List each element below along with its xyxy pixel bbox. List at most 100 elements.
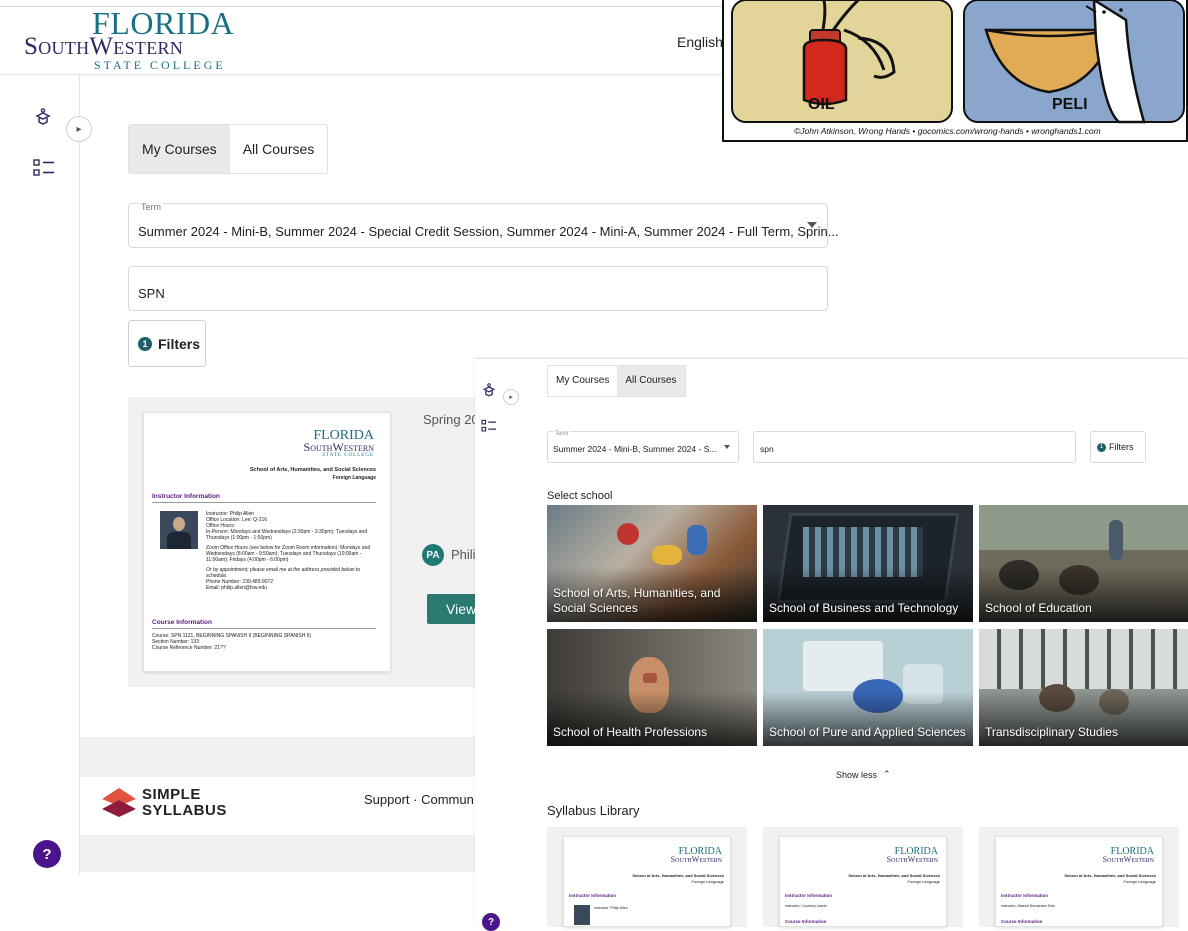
simple-syllabus-logo[interactable]: SIMPLE SYLLABUS bbox=[100, 786, 240, 822]
instructor-photo bbox=[160, 511, 198, 549]
chevron-right-icon[interactable]: ▸ bbox=[66, 116, 92, 142]
search-value: SPN bbox=[138, 286, 165, 301]
overlay-search-value: spn bbox=[760, 444, 774, 454]
comic-label-oil: OIL bbox=[808, 96, 835, 113]
school-label-transdisciplinary: Transdisciplinary Studies bbox=[985, 725, 1118, 739]
help-button[interactable]: ? bbox=[33, 840, 61, 868]
preview-reference-number: Course Reference Number: 21?? bbox=[152, 645, 226, 651]
select-school-heading: Select school bbox=[547, 490, 613, 502]
library-section: Instructor Information bbox=[569, 893, 616, 898]
logo-southwestern: SouthWestern bbox=[24, 33, 184, 60]
school-label-business: School of Business and Technology bbox=[769, 601, 959, 615]
term-label: Term bbox=[139, 202, 163, 212]
footer-band bbox=[80, 737, 475, 777]
course-tabs: My Courses All Courses bbox=[128, 124, 329, 174]
library-section: Instructor Information bbox=[1001, 893, 1048, 898]
view-button[interactable]: View bbox=[427, 594, 476, 624]
course-icon[interactable] bbox=[33, 108, 57, 132]
school-label-health: School of Health Professions bbox=[553, 725, 708, 739]
overlay-screenshot: ▸ My Courses All Courses Term Summer 202… bbox=[475, 358, 1188, 931]
overlay-filters-button[interactable]: 1 Filters bbox=[1090, 431, 1146, 463]
tab-all-courses[interactable]: All Courses bbox=[230, 125, 328, 173]
overlay-course-icon[interactable] bbox=[481, 383, 497, 404]
footer-bottom-band bbox=[80, 835, 475, 872]
preview-appointment: Or by appointment; please email me at th… bbox=[206, 567, 360, 579]
tab-my-courses[interactable]: My Courses bbox=[129, 125, 230, 173]
comic-credit: ©John Atkinson, Wrong Hands • gocomics.c… bbox=[794, 126, 1101, 136]
school-label-arts: School of Arts, Humanities, and Social S… bbox=[553, 586, 721, 615]
school-tile-sciences[interactable]: School of Pure and Applied Sciences bbox=[763, 629, 973, 746]
filters-label: Filters bbox=[158, 335, 201, 352]
overlay-chevron-right-icon[interactable]: ▸ bbox=[503, 389, 519, 405]
school-tile-arts[interactable]: School of Arts, Humanities, and Social S… bbox=[547, 505, 757, 622]
school-tile-business[interactable]: School of Business and Technology bbox=[763, 505, 973, 622]
footer-links[interactable]: Support · Commun bbox=[364, 792, 474, 807]
brand-simple: SIMPLE bbox=[142, 786, 201, 803]
chevron-down-icon bbox=[807, 222, 817, 228]
library-card[interactable]: FLORIDA SouthWestern School of Arts, Hum… bbox=[547, 827, 747, 927]
chevron-up-icon: ⌃ bbox=[883, 769, 891, 779]
overlay-list-icon[interactable] bbox=[481, 419, 497, 438]
logo-state-college: STATE COLLEGE bbox=[94, 58, 226, 72]
show-less-button[interactable]: Show less ⌃ bbox=[836, 769, 891, 780]
instructor-name: Phili bbox=[451, 547, 476, 562]
filters-count-badge: 1 bbox=[138, 336, 152, 351]
overlay-term-select[interactable]: Term Summer 2024 - Mini-B, Summer 2024 -… bbox=[547, 431, 739, 463]
library-section-course: Course Information bbox=[1001, 919, 1043, 924]
library-dept: Foreign Language bbox=[907, 879, 940, 884]
overlay-filters-badge: 1 bbox=[1097, 442, 1106, 452]
comic-label-peli: PELI bbox=[1052, 96, 1088, 113]
filters-button[interactable]: 1 Filters bbox=[128, 320, 206, 367]
school-label-sciences: School of Pure and Applied Sciences bbox=[769, 725, 966, 739]
library-logo-southwestern: SouthWestern bbox=[886, 855, 938, 864]
overlay-tabs: My Courses All Courses bbox=[547, 365, 686, 397]
library-logo-southwestern: SouthWestern bbox=[1102, 855, 1154, 864]
simple-syllabus-icon bbox=[102, 788, 136, 817]
preview-school: School of Arts, Humanities, and Social S… bbox=[249, 467, 376, 473]
overlay-filters-label: Filters bbox=[1109, 442, 1134, 452]
overlay-search-input[interactable]: spn bbox=[753, 431, 1076, 463]
library-section: Instructor Information bbox=[785, 893, 832, 898]
list-icon[interactable] bbox=[33, 158, 57, 182]
syllabus-preview[interactable]: FLORIDA SouthWestern STATE COLLEGE Schoo… bbox=[143, 412, 391, 672]
term-value: Summer 2024 - Mini-B, Summer 2024 - Spec… bbox=[138, 224, 839, 239]
overlay-tab-my-courses[interactable]: My Courses bbox=[548, 366, 617, 396]
preview-dept: Foreign Language bbox=[332, 475, 376, 481]
overlay-chevron-down-icon bbox=[724, 445, 730, 449]
library-photo bbox=[574, 905, 590, 925]
school-label-education: School of Education bbox=[985, 601, 1092, 615]
comic-strip: OIL PELI ©John Atkinson, Wrong Hands • g… bbox=[722, 0, 1188, 142]
school-tile-health[interactable]: School of Health Professions bbox=[547, 629, 757, 746]
library-card[interactable]: FLORIDA SouthWestern School of Arts, Hum… bbox=[763, 827, 963, 927]
show-less-label: Show less bbox=[836, 769, 878, 780]
overlay-help-button[interactable]: ? bbox=[482, 913, 500, 931]
school-tile-education[interactable]: School of Education bbox=[979, 505, 1188, 622]
preview-logo-southwestern: SouthWestern bbox=[303, 440, 374, 454]
library-dept: Foreign Language bbox=[1123, 879, 1156, 884]
sidebar bbox=[0, 75, 80, 875]
preview-zoom: Zoom Office Hours (see below for Zoom Ro… bbox=[206, 545, 371, 563]
language-selector[interactable]: English bbox=[677, 34, 723, 50]
preview-in-person: In-Person: Mondays and Wednesdays (2:30p… bbox=[206, 529, 368, 541]
brand-syllabus: SYLLABUS bbox=[142, 802, 227, 819]
header-divider bbox=[0, 74, 722, 75]
fsw-logo[interactable]: FLORIDA SouthWestern STATE COLLEGE bbox=[24, 7, 239, 72]
library-section-course: Course Information bbox=[785, 919, 827, 924]
overlay-tab-all-courses[interactable]: All Courses bbox=[617, 366, 685, 396]
term-select[interactable]: Term Summer 2024 - Mini-B, Summer 2024 -… bbox=[128, 202, 839, 248]
library-dept: Foreign Language bbox=[691, 879, 724, 884]
search-input[interactable]: SPN bbox=[128, 266, 828, 311]
preview-section-course: Course Information bbox=[152, 619, 212, 626]
syllabus-library-heading: Syllabus Library bbox=[547, 803, 640, 818]
school-tile-transdisciplinary[interactable]: Transdisciplinary Studies bbox=[979, 629, 1188, 746]
library-instructor: Instructor: Courtney Lavoie bbox=[785, 904, 828, 908]
preview-section-instructor: Instructor Information bbox=[152, 493, 220, 500]
library-card[interactable]: FLORIDA SouthWestern School of Arts, Hum… bbox=[979, 827, 1179, 927]
library-logo-southwestern: SouthWestern bbox=[670, 855, 722, 864]
overlay-term-value: Summer 2024 - Mini-B, Summer 2024 - S... bbox=[553, 444, 717, 454]
overlay-term-label: Term bbox=[554, 431, 570, 437]
preview-email: Email: philip.allen@fsw.edu bbox=[206, 585, 267, 591]
library-instructor: Instructor: Marisol Hernandez Soto bbox=[1001, 904, 1056, 908]
avatar: PA bbox=[422, 544, 444, 566]
library-instructor: Instructor: Philip Allen bbox=[594, 906, 628, 910]
